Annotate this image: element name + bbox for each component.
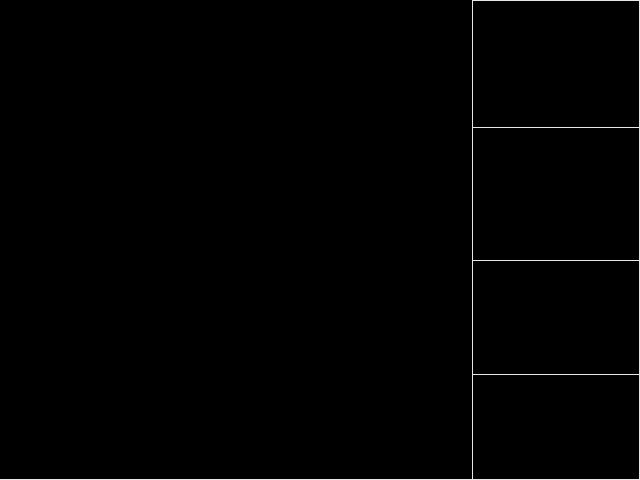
chart-wheel-svg	[0, 0, 472, 480]
top-border-line	[472, 0, 640, 1]
separator-line	[473, 127, 639, 128]
separator-line	[473, 260, 639, 261]
astrolog-screen	[0, 0, 640, 480]
chart-wheel	[0, 0, 472, 480]
info-panel	[472, 0, 640, 480]
panel-divider-line	[472, 0, 473, 480]
separator-line	[473, 374, 639, 375]
